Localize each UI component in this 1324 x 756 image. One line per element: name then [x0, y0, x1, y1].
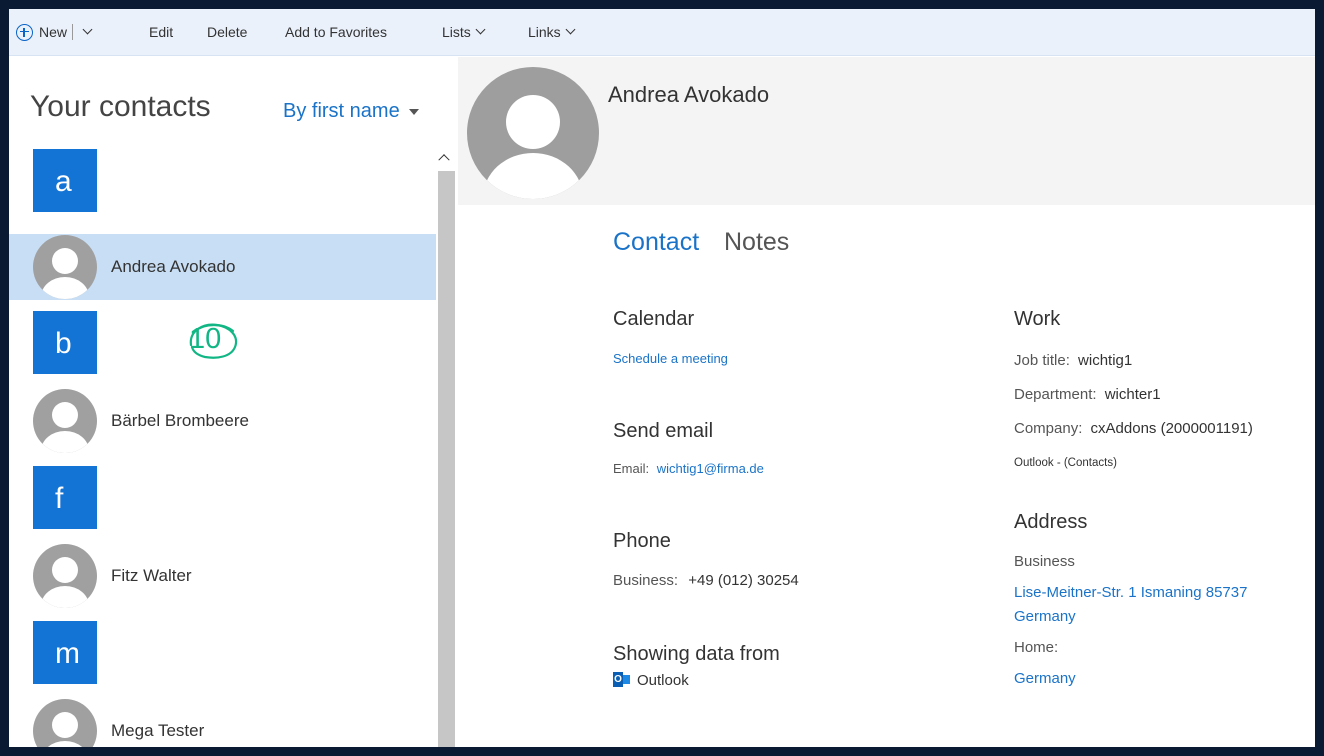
- app-window: New Edit Delete Add to Favorites Lists L…: [9, 9, 1315, 747]
- phone-heading: Phone: [613, 530, 671, 552]
- business-address-label: Business: [1014, 553, 1075, 570]
- edit-button[interactable]: Edit: [149, 9, 173, 55]
- phone-row: Business: +49 (012) 30254: [613, 572, 799, 589]
- business-address-line2[interactable]: Germany: [1014, 608, 1076, 625]
- contact-name: Andrea Avokado: [111, 257, 236, 276]
- step-badge-number: 10: [189, 323, 222, 355]
- home-address-value[interactable]: Germany: [1014, 670, 1076, 687]
- new-button[interactable]: New: [16, 9, 93, 55]
- contact-name: Fitz Walter: [111, 566, 192, 585]
- links-menu-button[interactable]: Links: [528, 9, 576, 55]
- email-label: Email:: [613, 461, 650, 476]
- edit-label: Edit: [149, 24, 174, 40]
- email-row: Email: wichtig1@firma.de: [613, 461, 764, 476]
- sort-dropdown[interactable]: By first name: [283, 100, 419, 123]
- add-to-favorites-button[interactable]: Add to Favorites: [285, 9, 387, 55]
- avatar: [33, 235, 97, 299]
- group-header-f: f: [33, 466, 97, 529]
- contacts-scrollbar[interactable]: [436, 149, 457, 747]
- company-label: Company:: [1014, 420, 1083, 437]
- contact-header-name: Andrea Avokado: [608, 82, 770, 107]
- contact-item-mega-tester[interactable]: Mega Tester: [9, 698, 436, 747]
- address-heading: Address: [1014, 511, 1088, 533]
- phone-label: Business:: [613, 572, 679, 589]
- panel-title: Your contacts: [30, 90, 211, 123]
- lists-menu-button[interactable]: Lists: [442, 9, 486, 55]
- contact-item-barbel-brombeere[interactable]: Bärbel Brombeere: [9, 388, 436, 454]
- add-circle-icon: [16, 23, 33, 41]
- outlook-icon: O: [613, 672, 630, 687]
- contact-item-andrea-avokado[interactable]: Andrea Avokado: [9, 234, 436, 300]
- data-source-value: Outlook: [637, 672, 689, 689]
- links-label: Links: [528, 24, 561, 40]
- divider: [72, 24, 74, 40]
- company-value: cxAddons (2000001191): [1090, 420, 1253, 437]
- job-title-value: wichtig1: [1078, 352, 1133, 369]
- caret-down-icon: [408, 108, 419, 115]
- avatar: [33, 389, 97, 453]
- job-title-label: Job title:: [1014, 352, 1070, 369]
- contacts-panel: Your contacts By first name a Andrea Avo…: [9, 57, 457, 747]
- command-toolbar: New Edit Delete Add to Favorites Lists L…: [9, 9, 1315, 56]
- scroll-up-icon[interactable]: [438, 154, 450, 166]
- delete-button[interactable]: Delete: [207, 9, 247, 55]
- group-header-m: m: [33, 621, 97, 684]
- chevron-down-icon: [565, 24, 576, 35]
- schedule-meeting-link[interactable]: Schedule a meeting: [613, 351, 728, 366]
- avatar: [33, 699, 97, 747]
- chevron-down-icon[interactable]: [82, 24, 93, 35]
- lists-label: Lists: [442, 24, 471, 40]
- contact-name: Mega Tester: [111, 721, 205, 740]
- chevron-down-icon: [475, 24, 486, 35]
- send-email-heading: Send email: [613, 420, 714, 442]
- job-title-row: Job title: wichtig1: [1014, 352, 1132, 369]
- home-address-label: Home:: [1014, 639, 1059, 656]
- scroll-thumb[interactable]: [438, 171, 455, 747]
- calendar-heading: Calendar: [613, 308, 695, 330]
- contact-name: Bärbel Brombeere: [111, 411, 249, 430]
- phone-value[interactable]: +49 (012) 30254: [688, 572, 799, 589]
- tab-notes[interactable]: Notes: [724, 228, 789, 257]
- department-row: Department: wichter1: [1014, 386, 1161, 403]
- company-row: Company: cxAddons (2000001191): [1014, 420, 1253, 437]
- delete-label: Delete: [207, 24, 248, 40]
- group-header-b: b: [33, 311, 97, 374]
- work-heading: Work: [1014, 308, 1061, 330]
- business-address-line1[interactable]: Lise-Meitner-Str. 1 Ismaning 85737: [1014, 584, 1247, 601]
- data-source-row: O Outlook: [613, 672, 689, 689]
- work-source: Outlook - (Contacts): [1014, 457, 1117, 469]
- favorites-label: Add to Favorites: [285, 24, 387, 40]
- data-source-heading: Showing data from: [613, 643, 780, 665]
- group-header-a: a: [33, 149, 97, 212]
- tab-contact[interactable]: Contact: [613, 228, 699, 257]
- contact-avatar: [467, 67, 599, 199]
- sort-label: By first name: [283, 100, 400, 122]
- department-value: wichter1: [1104, 386, 1161, 403]
- department-label: Department:: [1014, 386, 1097, 403]
- avatar: [33, 544, 97, 608]
- new-label: New: [39, 24, 68, 40]
- email-link[interactable]: wichtig1@firma.de: [657, 461, 764, 476]
- contact-item-fitz-walter[interactable]: Fitz Walter: [9, 543, 436, 609]
